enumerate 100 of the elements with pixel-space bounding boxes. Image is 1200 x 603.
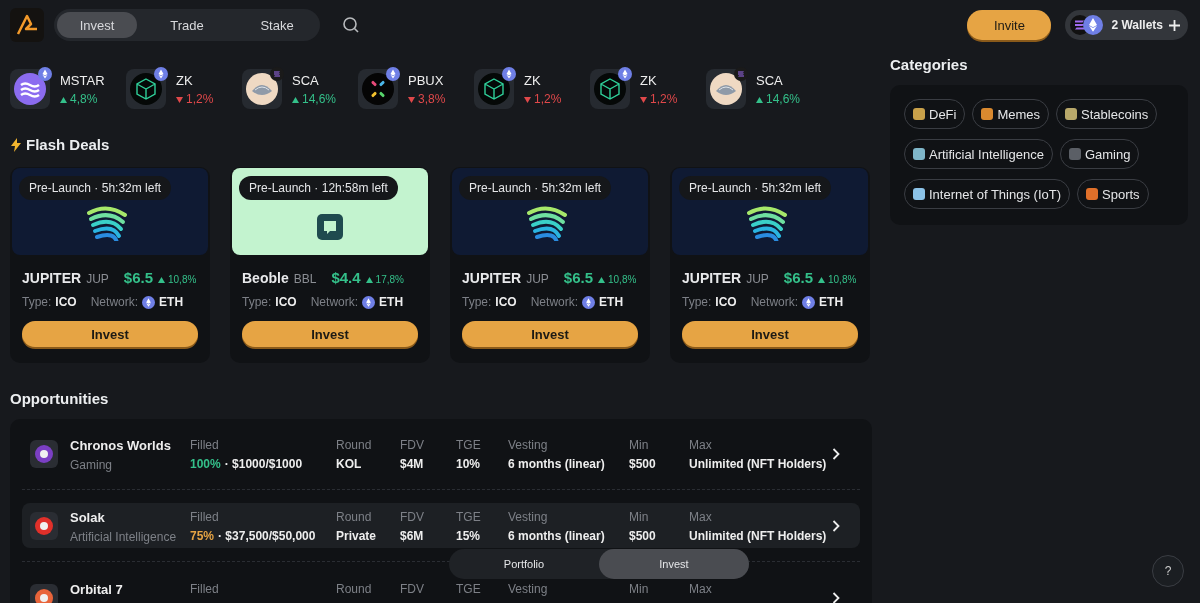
down-triangle-icon [176, 96, 183, 103]
project-logo [30, 511, 58, 540]
column-value: $500 [629, 529, 657, 543]
chevron-right-icon[interactable] [832, 591, 840, 603]
up-triangle-icon [818, 277, 825, 283]
countdown-badge: Pre-Launch · 5h:32m left [19, 176, 172, 200]
help-button[interactable]: ? [1152, 555, 1184, 587]
waves-logo-icon [14, 73, 46, 105]
hexagon-logo-icon [130, 73, 162, 105]
coin-tile[interactable] [358, 69, 398, 109]
invite-button[interactable]: Invite [967, 10, 1052, 40]
invest-button[interactable]: Invest [22, 321, 198, 347]
ethereum-icon [502, 67, 516, 81]
column-value: 6 months (linear) [508, 457, 606, 471]
project-name: Solak [70, 510, 106, 525]
token-symbol: JUP [746, 272, 769, 286]
ethereum-icon [386, 67, 400, 81]
price-change: 10,8% [598, 274, 637, 285]
ethereum-icon [154, 67, 168, 81]
price-change: 14,6% [756, 91, 801, 106]
column-label: FDV [400, 582, 425, 596]
countdown-badge: Pre-Launch · 5h:32m left [459, 176, 612, 200]
up-triangle-icon [60, 96, 67, 103]
column-value: $500 [629, 457, 657, 471]
bottom-tab[interactable]: Invest [599, 549, 749, 579]
column-label: FDV [400, 438, 425, 452]
coin-tile[interactable] [126, 69, 166, 109]
coin-symbol: ZK [176, 72, 194, 88]
filled-amount: · $1000/$1000 [224, 457, 303, 471]
network-value: ETH [819, 295, 844, 309]
coin-tile[interactable] [242, 69, 282, 109]
column-label: TGE [456, 510, 482, 524]
token-name: JUPITER [682, 270, 742, 286]
opportunity-row[interactable]: Chronos Worlds Gaming Filled 100% · $1000/$1000 Round KOL FDV $4M TGE 10% Vesting 6 months (linear) Min $500 Max Unlimited (NFT Holders) [22, 431, 860, 476]
column-value: Unlimited (NFT Holders) [689, 529, 828, 543]
type-value: ICO [715, 295, 737, 309]
column-value: $4M [400, 457, 425, 471]
coin-tile[interactable] [10, 69, 50, 109]
wallets-button[interactable]: 2 Wallets [1065, 10, 1188, 40]
token-price: $4.4 [331, 269, 361, 286]
price-change: 10,8% [818, 274, 857, 285]
column-label: Vesting [508, 438, 549, 452]
shell-logo-icon [246, 73, 278, 105]
filled-percent: 100% [190, 457, 221, 471]
column-value: 15% [456, 529, 482, 543]
ethereum-icon [142, 295, 156, 309]
column-value: 6 months (linear) [508, 529, 606, 543]
coin-tile[interactable] [590, 69, 630, 109]
column-label: Max [689, 510, 713, 524]
solana-icon [734, 67, 748, 81]
type-label: Type: [242, 295, 272, 309]
column-label: Max [689, 582, 713, 596]
chevron-right-icon[interactable] [832, 519, 840, 532]
cross-logo-icon [362, 73, 394, 105]
token-price: $6.5 [563, 269, 593, 286]
up-triangle-icon [365, 277, 373, 283]
down-triangle-icon [640, 96, 647, 103]
column-value: $6M [400, 529, 425, 543]
column-label: Round [336, 510, 373, 524]
invest-button[interactable]: Invest [242, 321, 418, 347]
token-symbol: JUP [86, 272, 109, 286]
app-logo[interactable] [10, 8, 44, 42]
token-symbol: BBL [293, 272, 317, 286]
filled-amount: · $37,500/$50,000 [218, 529, 316, 543]
invest-button[interactable]: Invest [462, 321, 638, 347]
column-label: TGE [456, 438, 482, 452]
project-logo [30, 439, 58, 468]
price-change: 1,2% [524, 91, 562, 106]
column-label: Filled [190, 510, 220, 524]
ethereum-icon [582, 295, 596, 309]
nav-tab[interactable]: Stake [237, 12, 317, 38]
invest-button[interactable]: Invest [682, 321, 858, 347]
coin-tile[interactable] [474, 69, 514, 109]
coin-tile[interactable] [706, 69, 746, 109]
type-label: Type: [22, 295, 52, 309]
token-symbol: JUP [526, 272, 549, 286]
hexagon-logo-icon [478, 73, 510, 105]
coin-symbol: PBUX [408, 72, 445, 88]
column-label: Filled [190, 438, 220, 452]
up-triangle-icon [292, 96, 299, 103]
network-label: Network: [750, 295, 799, 309]
coin-symbol: ZK [640, 72, 658, 88]
column-label: Vesting [508, 582, 549, 596]
price-change: 4,8% [60, 91, 105, 106]
up-triangle-icon [598, 277, 605, 283]
opportunity-row[interactable]: Solak Artificial Intelligence Filled 75% · $37,500/$50,000 Round Private FDV $6M TGE 15% Vesting 6 months (linear) Min $500 Max Unlimited (NFT Holders) [22, 503, 860, 548]
project-logo [30, 583, 58, 603]
chevron-right-icon[interactable] [832, 447, 840, 460]
column-label: Filled [190, 582, 220, 596]
column-label: Round [336, 582, 373, 596]
nav-tab[interactable]: Trade [147, 12, 227, 38]
type-label: Type: [682, 295, 712, 309]
column-value: Private [336, 529, 378, 543]
coin-symbol: SCA [292, 72, 320, 88]
price-change: 1,2% [640, 91, 678, 106]
type-value: ICO [495, 295, 517, 309]
column-value: Unlimited (NFT Holders) [689, 457, 828, 471]
network-value: ETH [599, 295, 624, 309]
nav-tab[interactable]: Invest [57, 12, 137, 38]
search-icon[interactable] [342, 16, 360, 34]
